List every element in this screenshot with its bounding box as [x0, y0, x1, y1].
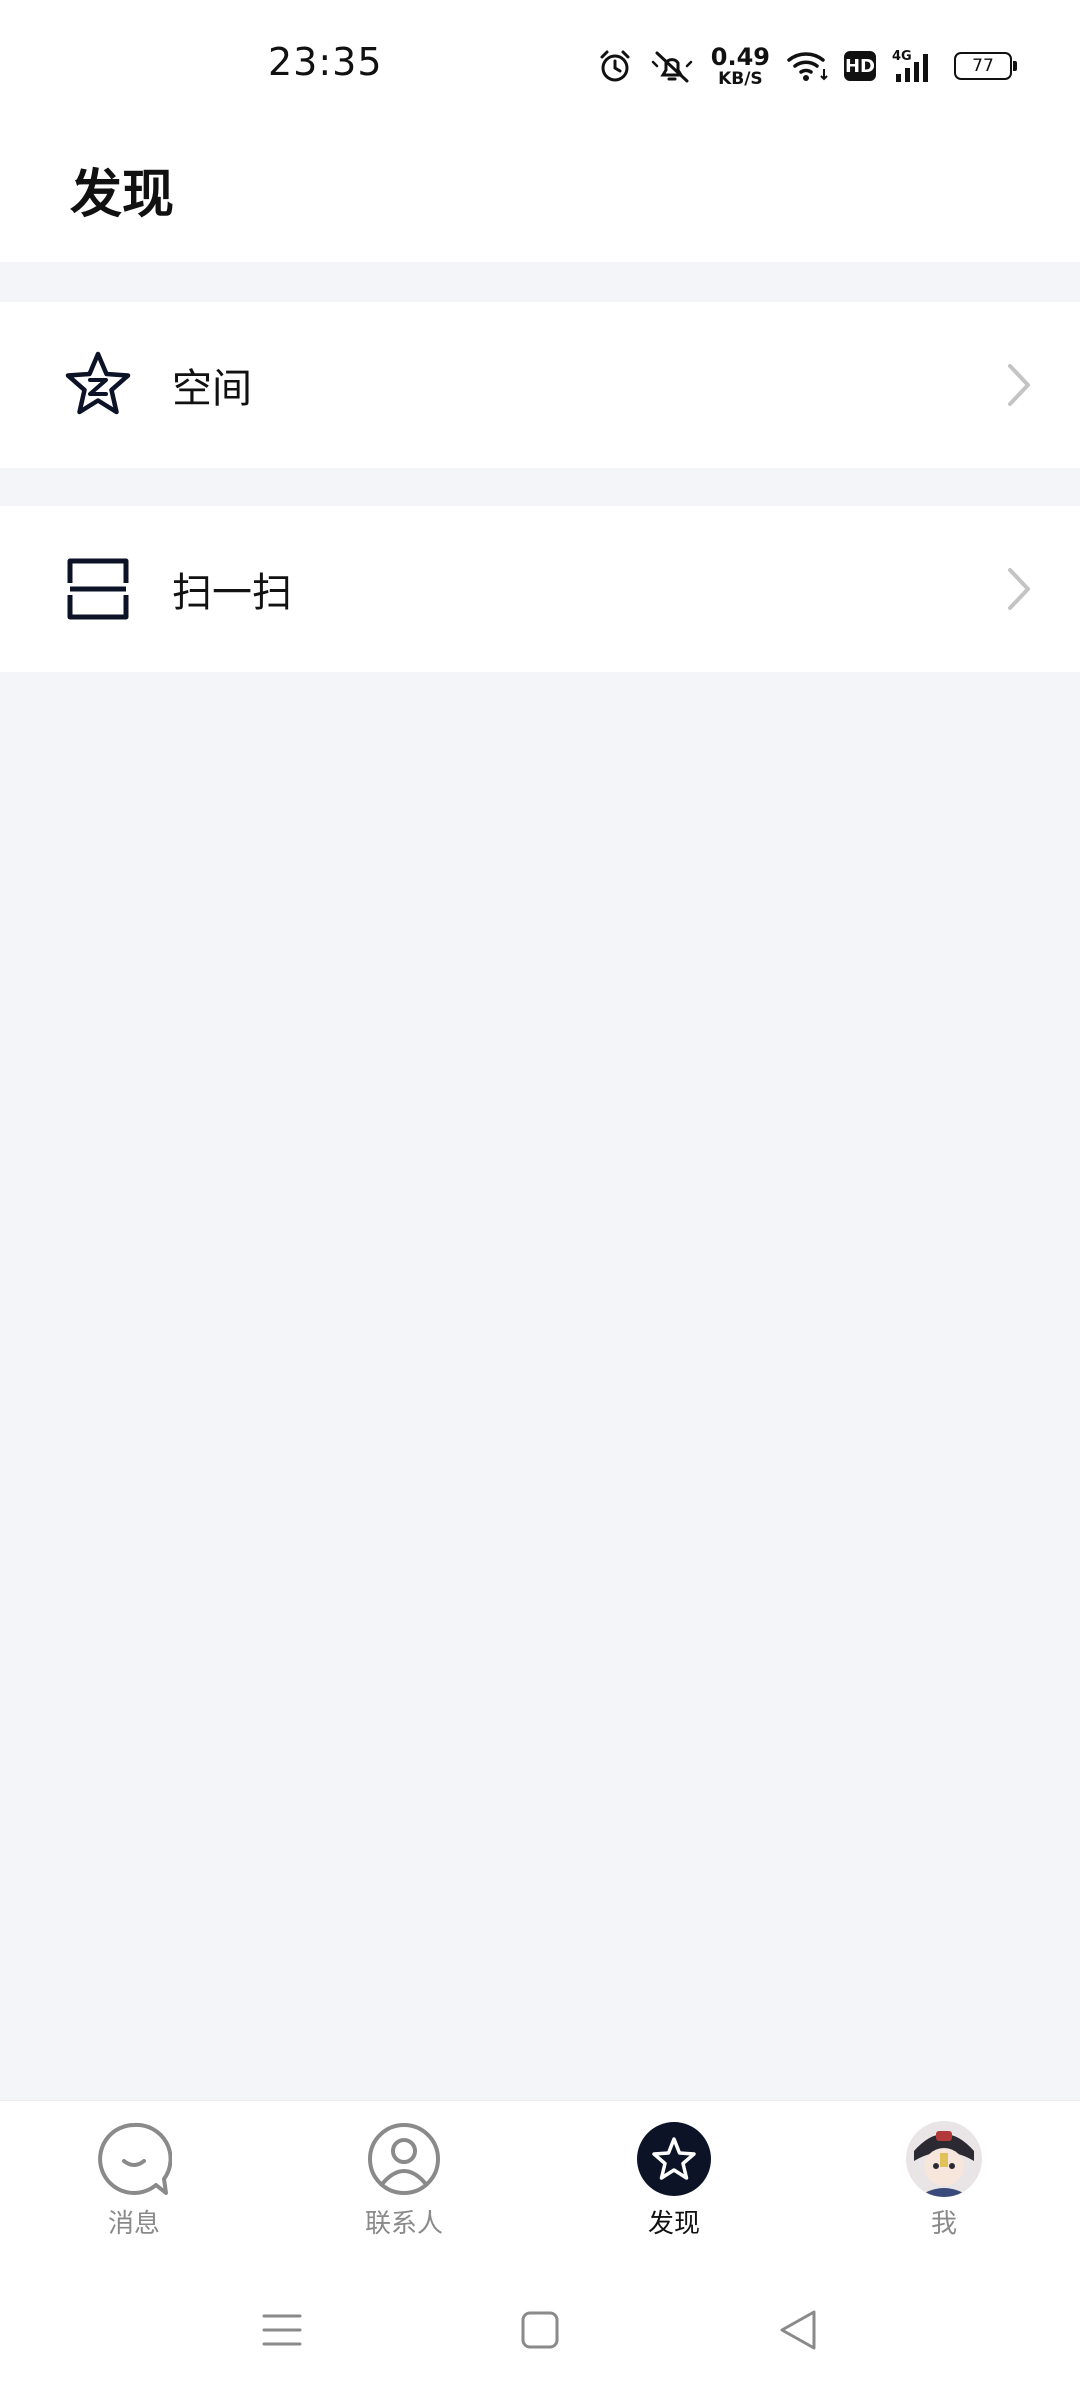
nav-tab-contacts[interactable]: 联系人 [304, 2121, 504, 2251]
net-speed-unit: KB/S [718, 68, 763, 89]
nav-tab-discover[interactable]: 发现 [574, 2121, 774, 2251]
menu-item-label: 扫一扫 [172, 570, 292, 616]
home-icon[interactable] [516, 2306, 564, 2354]
contact-icon [368, 2123, 440, 2195]
system-nav-bar [0, 2262, 1080, 2400]
net-speed: 0.49 KB/S [711, 45, 770, 88]
avatar [906, 2121, 982, 2197]
nav-tab-messages[interactable]: 消息 [34, 2121, 234, 2251]
nav-label: 我 [930, 2209, 957, 2239]
mute-icon [651, 51, 693, 83]
svg-text:4G: 4G [892, 49, 912, 64]
nav-label: 消息 [107, 2209, 160, 2239]
menu-item-label: 空间 [172, 366, 252, 412]
menu-icon[interactable] [258, 2306, 306, 2354]
menu-item-scan[interactable]: 扫一扫 [0, 506, 1080, 672]
scan-icon [67, 558, 129, 620]
chat-bubble-icon [98, 2122, 172, 2195]
status-time: 23:35 [268, 40, 383, 84]
nav-label: 联系人 [364, 2209, 443, 2239]
bottom-nav: 消息 联系人 发现 我 [0, 2100, 1080, 2262]
chevron-right-icon [1008, 364, 1030, 406]
net-speed-value: 0.49 [710, 42, 770, 71]
star-icon [637, 2122, 711, 2196]
page-title: 发现 [70, 165, 175, 225]
page-header: 发现 [0, 130, 1080, 262]
battery-icon: 77 [954, 52, 1017, 80]
signal-icon: 4G [892, 49, 928, 82]
chevron-right-icon [1008, 568, 1030, 610]
wifi-icon [787, 52, 828, 81]
back-icon[interactable] [774, 2306, 822, 2354]
status-icons: 0.49 KB/S HD 4G 77 [597, 38, 1017, 94]
status-bar: 23:35 0.49 KB/S HD 4G 77 [0, 0, 1080, 130]
hd-badge: HD [844, 51, 876, 81]
menu-item-qzone[interactable]: 空间 [0, 302, 1080, 468]
qzone-star-icon [65, 351, 131, 415]
nav-tab-me[interactable]: 我 [844, 2121, 1044, 2251]
alarm-icon [600, 50, 630, 82]
nav-label: 发现 [647, 2209, 700, 2239]
